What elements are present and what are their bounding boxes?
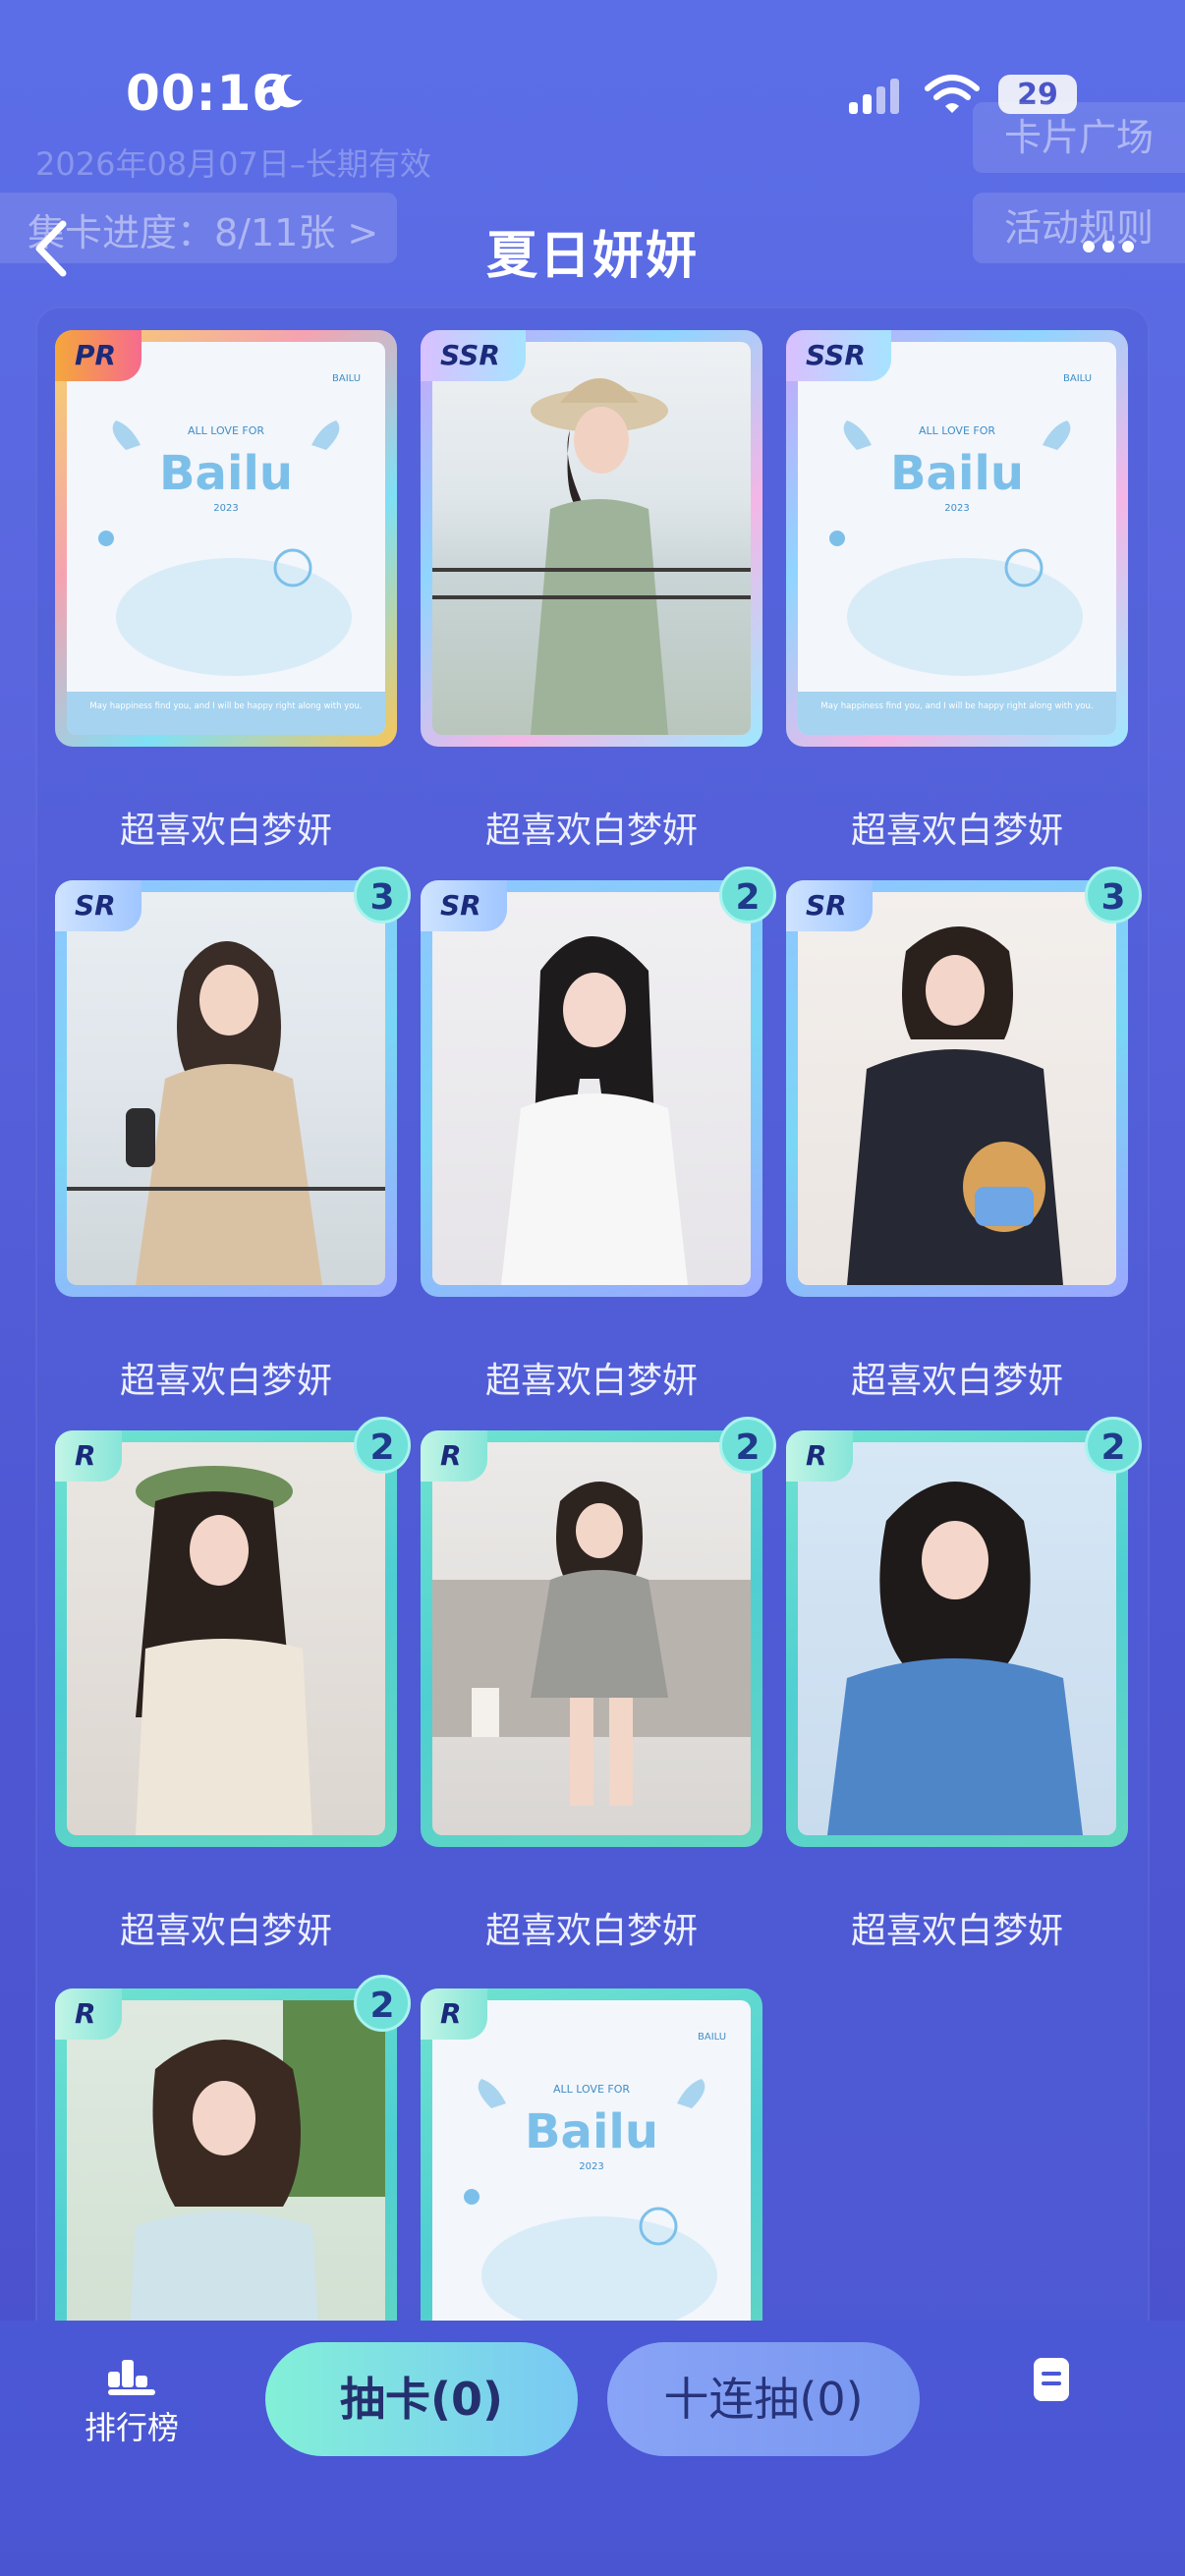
leaderboard-label: 排行榜 <box>84 2409 179 2446</box>
rarity-badge: SR <box>55 880 141 931</box>
bailu-card-art: ALL LOVE FOR BAILU Bailu 2023 May happin… <box>798 342 1116 735</box>
rarity-badge: R <box>786 1430 853 1482</box>
card-name: 超喜欢白梦妍 <box>484 811 698 851</box>
rarity-badge: R <box>55 1988 122 2040</box>
collection-card[interactable]: SR 3 <box>55 867 411 1297</box>
card-name: 超喜欢白梦妍 <box>119 1911 332 1951</box>
rarity-badge: R <box>421 1430 487 1482</box>
card-count-badge: 2 <box>1085 1417 1142 1474</box>
bailu-small-text: ALL LOVE FOR <box>188 424 264 437</box>
rarity-badge: PR <box>55 330 142 381</box>
collection-card[interactable]: R 2 <box>786 1417 1142 1847</box>
moon-icon <box>271 74 303 108</box>
card-count-badge: 3 <box>354 867 411 924</box>
bailu-small-text: ALL LOVE FOR <box>553 2083 630 2096</box>
card-name: 超喜欢白梦妍 <box>484 1911 698 1951</box>
activity-rules-button[interactable]: 活动规则 <box>973 193 1185 263</box>
collection-card[interactable]: SR 3 <box>786 867 1142 1297</box>
photo-card-art <box>67 892 385 1285</box>
card-count-badge: 2 <box>719 867 776 924</box>
collection-card[interactable]: ALL LOVE FOR BAILU Bailu 2023 May happin… <box>55 330 397 747</box>
portrait-illustration <box>847 926 1063 1285</box>
validity-text: 2026年08月07日–长期有效 <box>35 145 431 183</box>
card-count-badge: 2 <box>354 1975 411 2032</box>
photo-card-art <box>432 1442 751 1835</box>
collection-card[interactable]: SR 2 <box>421 867 776 1297</box>
card-name: 超喜欢白梦妍 <box>850 1911 1063 1951</box>
document-icon[interactable] <box>1032 2356 1071 2403</box>
bailu-message-text: May happiness find you, and I will be ha… <box>89 701 362 711</box>
card-plaza-button[interactable]: 卡片广场 <box>973 102 1185 173</box>
collection-card[interactable]: R 2 <box>421 1417 776 1847</box>
photo-card-art <box>67 1442 385 1835</box>
bailu-year-text: 2023 <box>579 2161 603 2172</box>
photo-card-art <box>798 1442 1116 1835</box>
leaderboard-button[interactable]: 排行榜 <box>83 2358 181 2448</box>
draw-card-button[interactable]: 抽卡(0) <box>265 2342 578 2456</box>
card-name: 超喜欢白梦妍 <box>850 811 1063 851</box>
collection-card[interactable]: ALL LOVE FOR BAILU Bailu 2023 May happin… <box>786 330 1128 747</box>
portrait-illustration <box>432 1482 751 1806</box>
bailu-logo-text: Bailu <box>159 446 293 501</box>
card-name: 超喜欢白梦妍 <box>850 1361 1063 1401</box>
photo-card-art <box>798 892 1116 1285</box>
portrait-illustration <box>136 1466 312 1835</box>
collection-card[interactable]: SSR <box>421 330 762 747</box>
bailu-message-text: May happiness find you, and I will be ha… <box>820 701 1093 711</box>
portrait-illustration <box>827 1482 1083 1835</box>
card-count-badge: 3 <box>1085 867 1142 924</box>
bailu-card-art: ALL LOVE FOR BAILU Bailu 2023 May happin… <box>67 342 385 735</box>
rarity-badge: R <box>55 1430 122 1482</box>
portrait-illustration <box>501 936 688 1285</box>
signal-icon <box>849 79 899 114</box>
status-time: 00:16 <box>126 65 288 122</box>
rarity-badge: SR <box>421 880 507 931</box>
bar-chart-icon <box>108 2360 155 2395</box>
rarity-badge: SSR <box>786 330 891 381</box>
bailu-illustration: ALL LOVE FOR BAILU Bailu 2023 May happin… <box>67 342 385 735</box>
bailu-year-text: 2023 <box>944 503 969 514</box>
rarity-badge: SSR <box>421 330 526 381</box>
portrait-illustration <box>67 941 385 1285</box>
bailu-illustration: ALL LOVE FOR BAILU Bailu 2023 May happin… <box>798 342 1116 735</box>
photo-card-art <box>432 892 751 1285</box>
portrait-illustration <box>432 378 751 735</box>
more-icon[interactable] <box>1083 238 1142 252</box>
card-name: 超喜欢白梦妍 <box>119 1361 332 1401</box>
bailu-brand-text: BAILU <box>698 2032 726 2043</box>
bailu-small-text: ALL LOVE FOR <box>919 424 995 437</box>
card-name: 超喜欢白梦妍 <box>119 811 332 851</box>
bailu-logo-text: Bailu <box>890 446 1024 501</box>
ten-draw-button[interactable]: 十连抽(0) <box>607 2342 920 2456</box>
collection-card[interactable]: R 2 <box>55 1417 411 1847</box>
bailu-brand-text: BAILU <box>332 373 361 384</box>
card-name: 超喜欢白梦妍 <box>484 1361 698 1401</box>
card-count-badge: 2 <box>719 1417 776 1474</box>
photo-card-art <box>432 342 751 735</box>
rarity-badge: SR <box>786 880 873 931</box>
rarity-badge: R <box>421 1988 487 2040</box>
bailu-logo-text: Bailu <box>525 2104 658 2159</box>
card-count-badge: 2 <box>354 1417 411 1474</box>
bailu-brand-text: BAILU <box>1063 373 1092 384</box>
bailu-year-text: 2023 <box>213 503 238 514</box>
